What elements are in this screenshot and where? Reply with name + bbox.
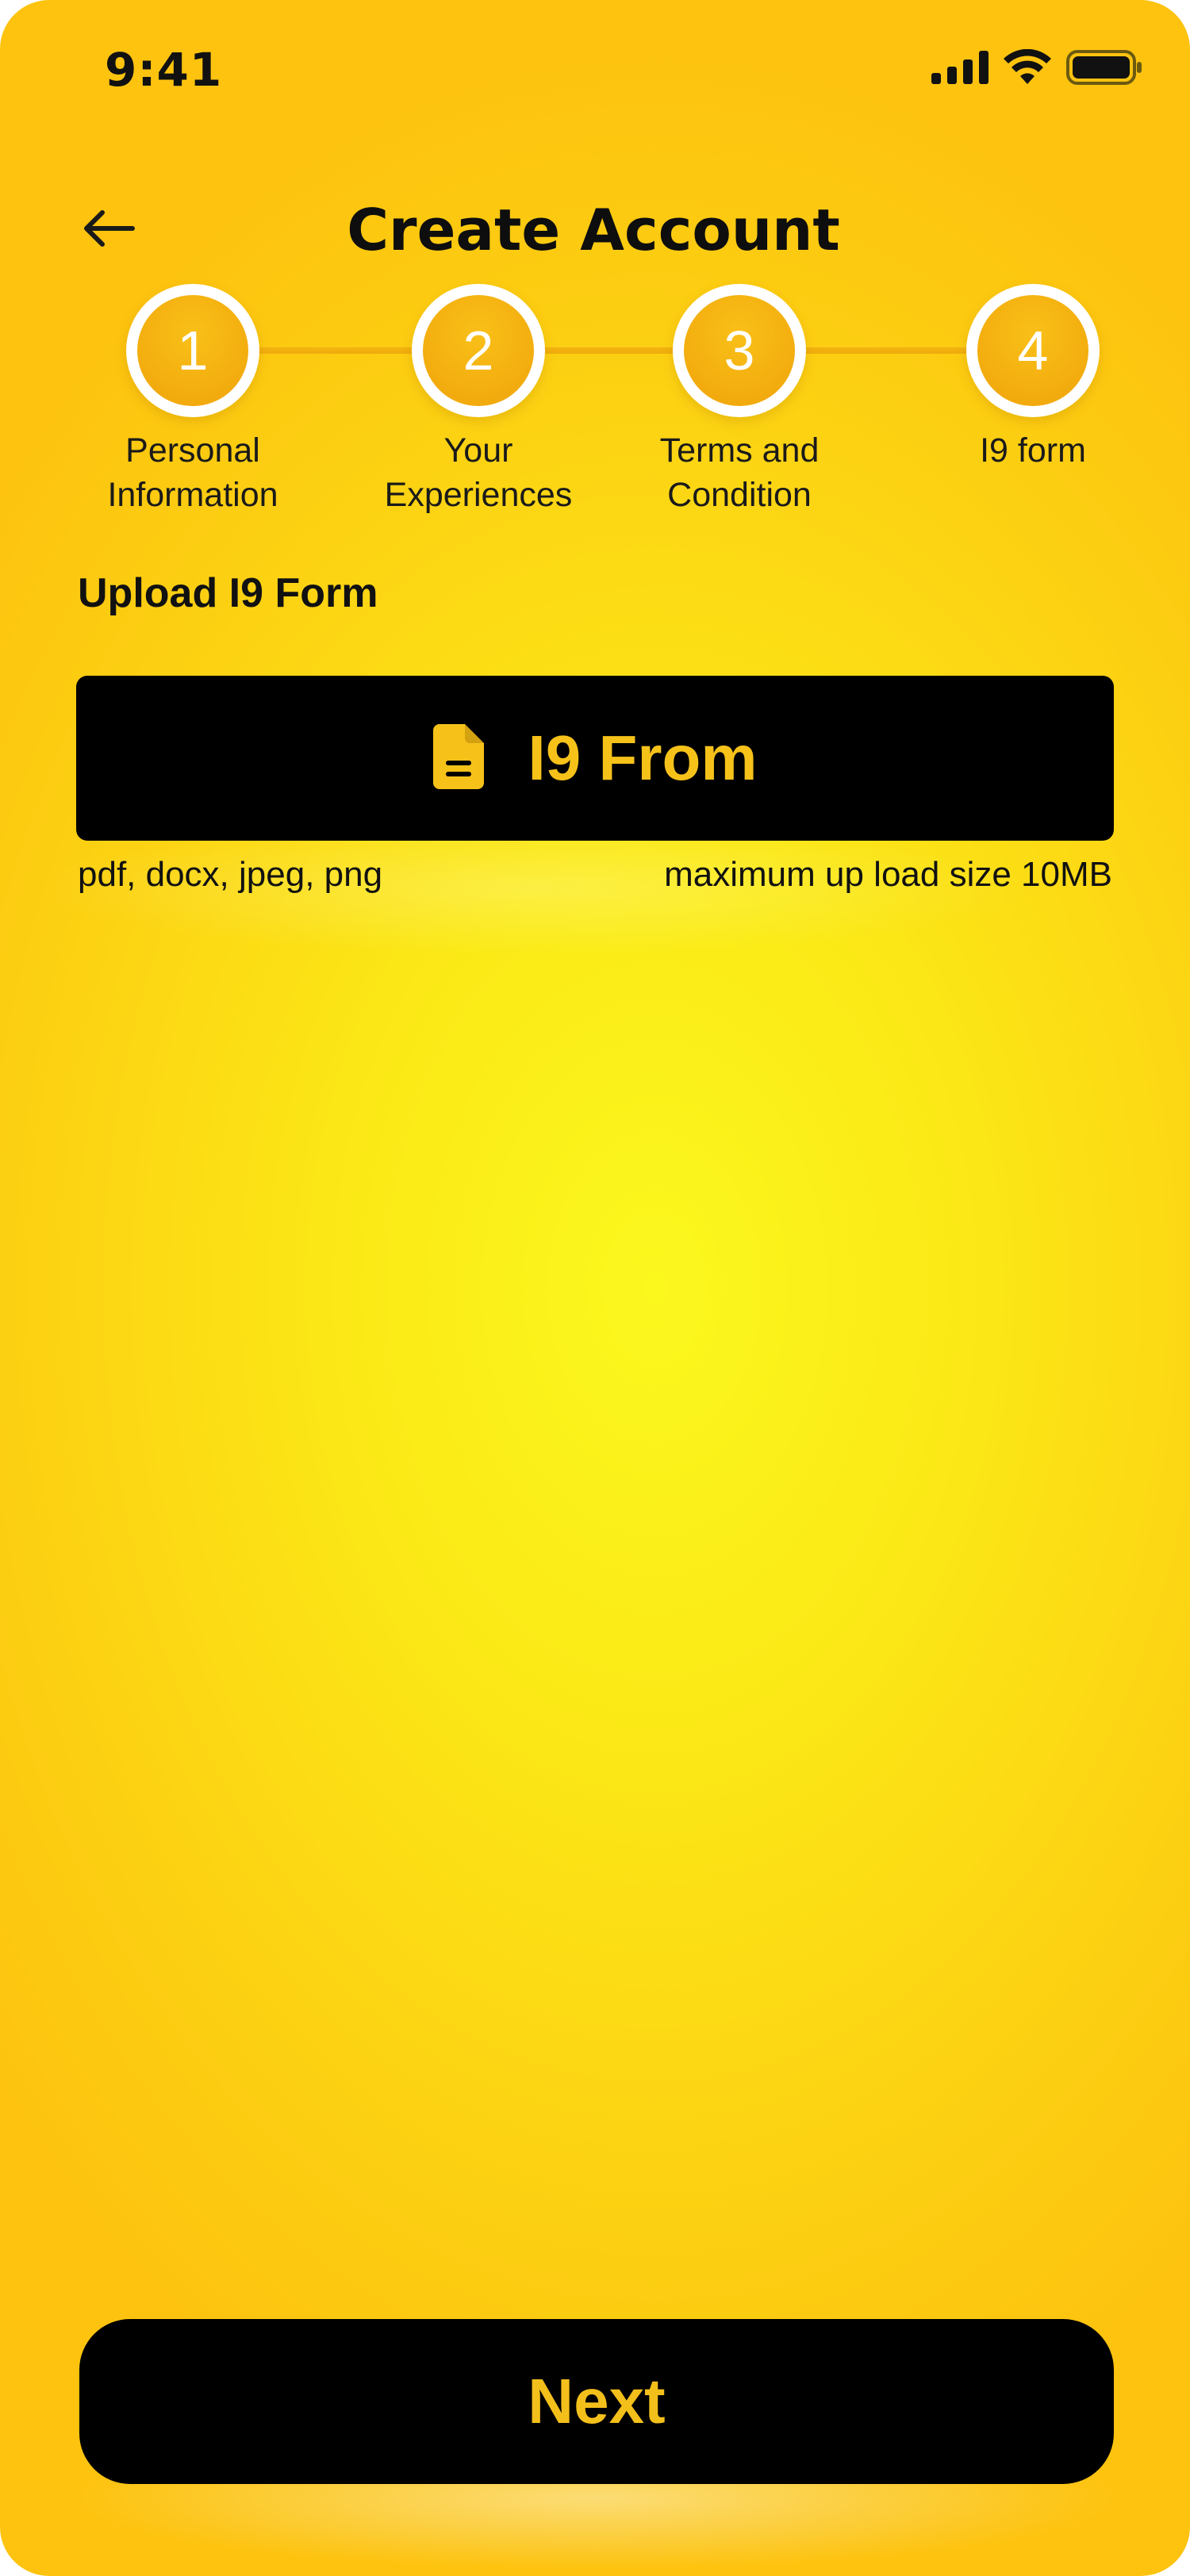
upload-button-label: I9 From xyxy=(528,723,758,793)
step-4-label: I9 form xyxy=(906,428,1160,473)
status-icons xyxy=(931,48,1142,89)
battery-icon xyxy=(1066,49,1142,89)
status-time: 9:41 xyxy=(105,43,223,97)
step-4-circle[interactable]: 4 xyxy=(966,284,1100,417)
step-3-label-line1: Terms and xyxy=(659,431,820,470)
step-1-label-line2: Information xyxy=(107,476,278,514)
step-4-number: 4 xyxy=(977,295,1088,406)
wifi-icon xyxy=(1003,48,1052,89)
signal-icon xyxy=(931,51,988,87)
create-account-screen: 9:41 Create Account 1 2 3 4 Personal Inf… xyxy=(0,0,1190,2576)
allowed-file-types: pdf, docx, jpeg, png xyxy=(78,855,383,894)
step-1-label: Personal Information xyxy=(66,428,320,517)
step-4-label-line1: I9 form xyxy=(980,431,1086,470)
step-3-number: 3 xyxy=(684,295,795,406)
step-2-label-line2: Experiences xyxy=(384,476,573,514)
upload-section-label: Upload I9 Form xyxy=(78,570,378,616)
next-button[interactable]: Next xyxy=(79,2319,1114,2484)
stepper-track xyxy=(190,347,1000,354)
step-1-label-line1: Personal xyxy=(125,431,260,470)
step-2-circle[interactable]: 2 xyxy=(412,284,545,417)
step-3-circle[interactable]: 3 xyxy=(673,284,806,417)
step-2-label-line1: Your xyxy=(443,431,513,470)
document-icon xyxy=(432,724,484,792)
step-3-label: Terms and Condition xyxy=(612,428,866,517)
next-button-label: Next xyxy=(528,2366,666,2436)
upload-i9-button[interactable]: I9 From xyxy=(76,676,1114,841)
step-2-label: Your Experiences xyxy=(351,428,605,517)
step-1-number: 1 xyxy=(137,295,248,406)
step-3-label-line2: Condition xyxy=(667,476,812,514)
step-2-number: 2 xyxy=(423,295,534,406)
step-1-circle[interactable]: 1 xyxy=(126,284,259,417)
page-title: Create Account xyxy=(347,197,840,263)
max-upload-size: maximum up load size 10MB xyxy=(664,855,1112,894)
